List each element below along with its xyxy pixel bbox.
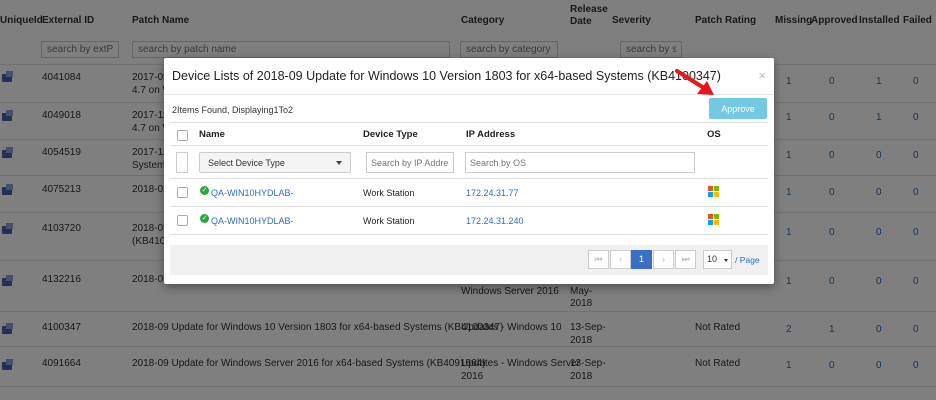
ip-address-filter[interactable] — [366, 152, 454, 173]
modal-title: Device Lists of 2018-09 Update for Windo… — [172, 69, 721, 83]
device-type-select[interactable]: Select Device Type — [199, 152, 351, 173]
device-filter-row: Select Device Type — [170, 146, 768, 179]
column-os[interactable]: OS — [707, 129, 721, 140]
name-filter-input[interactable] — [176, 152, 188, 173]
caret-down-icon — [336, 161, 342, 165]
row-checkbox[interactable] — [177, 187, 188, 198]
page-size-select[interactable]: 10 — [703, 250, 732, 269]
caret-down-icon — [724, 259, 728, 262]
device-table-header: Name Device Type IP Address OS — [170, 122, 768, 146]
per-page-label: / Page — [735, 255, 760, 265]
device-row[interactable]: ✓ QA-WIN10HYDLAB- Work Station 172.24.31… — [170, 179, 768, 207]
device-name-link[interactable]: QA-WIN10HYDLAB- — [211, 216, 294, 226]
select-all-checkbox[interactable] — [177, 130, 188, 141]
ip-address-link[interactable]: 172.24.31.77 — [466, 188, 519, 198]
approve-button[interactable]: Approve — [709, 98, 767, 119]
first-page-button[interactable]: ⏮ — [588, 250, 609, 269]
check-circle-icon: ✓ — [200, 214, 209, 223]
ip-address-link[interactable]: 172.24.31.240 — [466, 216, 524, 226]
windows-logo-icon — [708, 186, 719, 197]
device-name-link[interactable]: QA-WIN10HYDLAB- — [211, 188, 294, 198]
page-size-value: 10 — [707, 254, 718, 264]
pagination-bar: ⏮ ‹ 1 › ⏭ 10 / Page — [170, 245, 768, 275]
close-icon[interactable]: × — [758, 68, 766, 83]
column-name[interactable]: Name — [199, 129, 225, 140]
check-circle-icon: ✓ — [200, 186, 209, 195]
column-ip-address[interactable]: IP Address — [466, 129, 515, 140]
prev-page-button[interactable]: ‹ — [610, 250, 631, 269]
os-filter[interactable] — [465, 152, 695, 173]
device-type-select-value: Select Device Type — [208, 158, 285, 168]
row-checkbox[interactable] — [177, 215, 188, 226]
windows-logo-icon — [708, 214, 719, 225]
items-found-summary: 2Items Found, Displaying1To2 — [172, 105, 294, 115]
column-device-type[interactable]: Device Type — [363, 129, 418, 140]
last-page-button[interactable]: ⏭ — [675, 250, 696, 269]
page-1-button[interactable]: 1 — [631, 250, 652, 269]
device-type: Work Station — [363, 188, 415, 198]
next-page-button[interactable]: › — [653, 250, 674, 269]
device-type: Work Station — [363, 216, 415, 226]
red-arrow-annotation-icon — [675, 69, 714, 95]
device-row[interactable]: ✓ QA-WIN10HYDLAB- Work Station 172.24.31… — [170, 207, 768, 235]
